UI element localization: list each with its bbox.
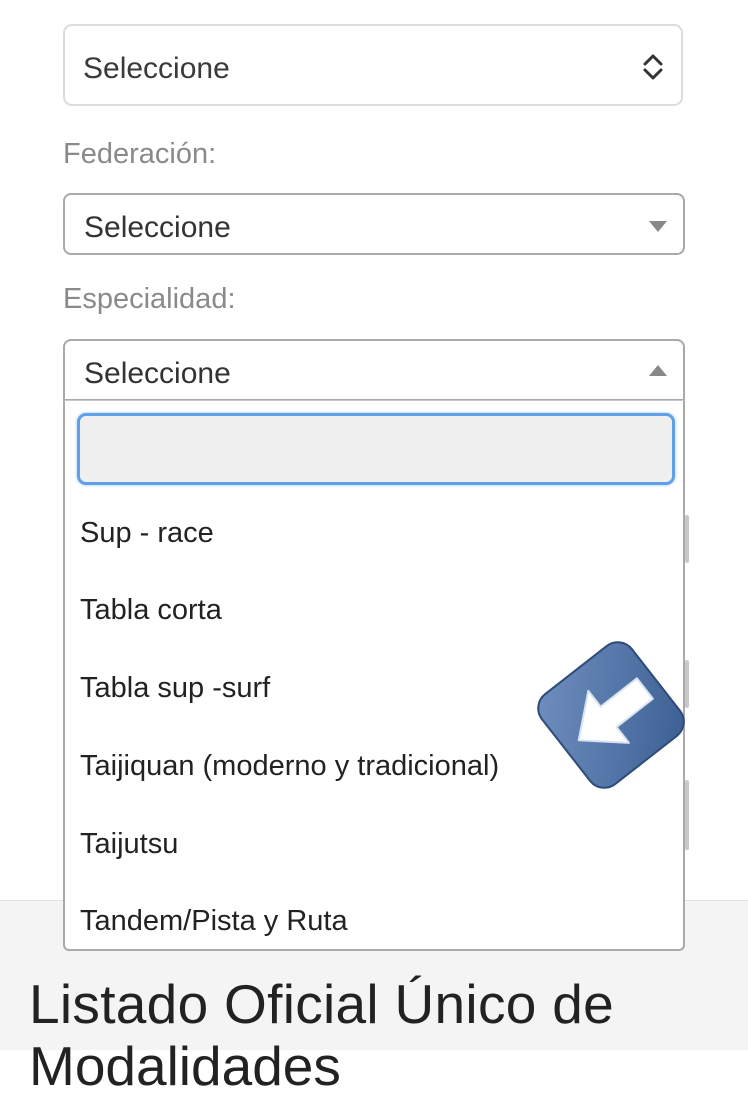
federacion-select-value: Seleccione xyxy=(84,211,231,244)
footer-title: Listado Oficial Único de xyxy=(29,973,614,1035)
dropdown-option[interactable]: Tabla corta xyxy=(80,594,222,627)
top-select[interactable]: Seleccione xyxy=(63,24,683,106)
hidden-button-edge xyxy=(685,780,689,850)
federacion-label: Federación: xyxy=(63,138,217,170)
top-select-value: Seleccione xyxy=(83,52,230,85)
especialidad-select[interactable]: Seleccione xyxy=(63,339,685,401)
dropdown-search-input[interactable] xyxy=(77,413,675,485)
back-arrow-icon[interactable] xyxy=(536,640,686,790)
dropdown-option[interactable]: Tandem/Pista y Ruta xyxy=(80,905,348,938)
up-down-chevron-icon xyxy=(643,54,663,80)
caret-down-icon xyxy=(649,221,667,232)
especialidad-select-value: Seleccione xyxy=(84,357,231,390)
hidden-field-edge xyxy=(685,515,689,563)
especialidad-label: Especialidad: xyxy=(63,283,236,315)
dropdown-option[interactable]: Tabla sup -surf xyxy=(80,672,270,705)
dropdown-option[interactable]: Taijiquan (moderno y tradicional) xyxy=(80,750,499,783)
dropdown-option[interactable]: Taijutsu xyxy=(80,828,178,861)
federacion-select[interactable]: Seleccione xyxy=(63,193,685,255)
footer-title-continued: Modalidades xyxy=(29,1035,341,1097)
caret-up-icon xyxy=(649,365,667,376)
dropdown-option[interactable]: Sup - race xyxy=(80,517,214,550)
